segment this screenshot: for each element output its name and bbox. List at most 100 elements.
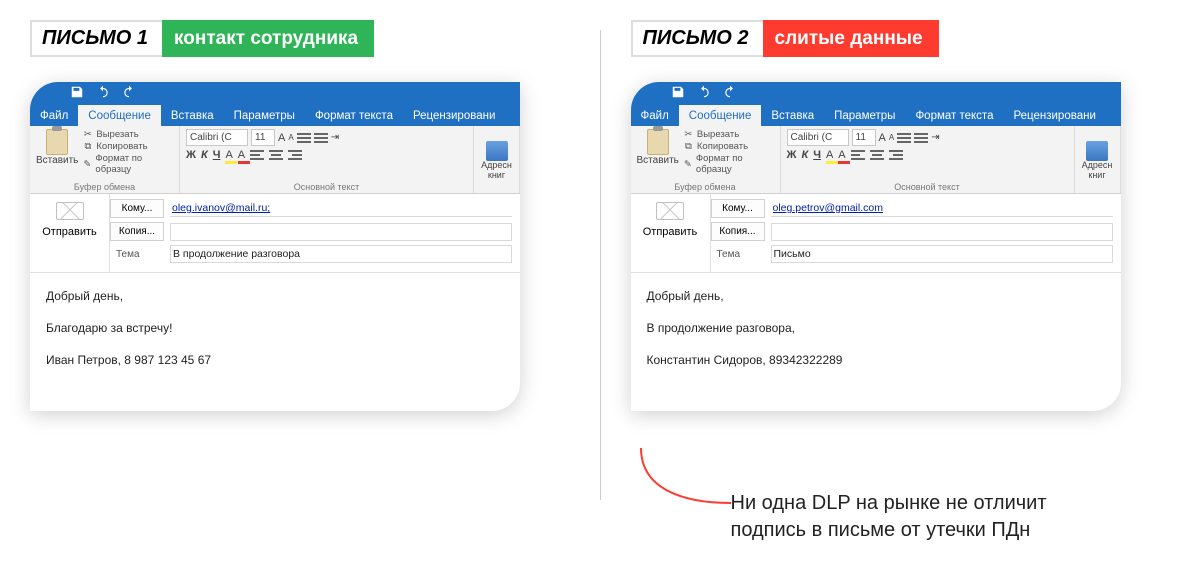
font-name-select[interactable]: Calibri (С	[186, 129, 248, 146]
indent-icon[interactable]: ⇥	[931, 132, 939, 143]
body-line-2: Благодарю за встречу!	[46, 319, 504, 337]
tab-file[interactable]: Файл	[631, 105, 679, 126]
align-center-icon[interactable]	[870, 149, 884, 161]
font-name-select[interactable]: Calibri (С	[787, 129, 849, 146]
heading-left: ПИСЬМО 1 контакт сотрудника	[30, 20, 570, 57]
copy-button[interactable]: ⧉Копировать	[683, 141, 774, 152]
paste-button[interactable]: Вставить	[637, 129, 679, 175]
underline-button[interactable]: Ч	[213, 149, 221, 161]
callout-connector-icon	[631, 448, 741, 508]
window-titlebar	[631, 82, 1121, 102]
cc-button[interactable]: Копия...	[110, 222, 164, 241]
send-button[interactable]: Отправить	[643, 226, 698, 238]
paste-label: Вставить	[637, 155, 679, 166]
tab-file[interactable]: Файл	[30, 105, 78, 126]
subject-field[interactable]	[771, 245, 1113, 263]
save-icon[interactable]	[671, 85, 685, 99]
shrink-font-icon[interactable]: A	[889, 133, 894, 142]
send-button[interactable]: Отправить	[42, 226, 97, 238]
brush-icon: ✎	[82, 159, 92, 170]
save-icon[interactable]	[70, 85, 84, 99]
message-body[interactable]: Добрый день, Благодарю за встречу! Иван …	[30, 273, 520, 411]
to-button[interactable]: Кому...	[110, 199, 164, 218]
tab-message[interactable]: Сообщение	[679, 105, 762, 126]
address-book-icon[interactable]	[1086, 141, 1108, 161]
redo-icon[interactable]	[723, 85, 737, 99]
indent-icon[interactable]: ⇥	[331, 132, 339, 143]
italic-button[interactable]: К	[801, 149, 808, 161]
redo-icon[interactable]	[122, 85, 136, 99]
copy-button[interactable]: ⧉Копировать	[82, 141, 173, 152]
font-group-label: Основной текст	[787, 181, 1068, 192]
subject-label: Тема	[110, 249, 164, 260]
cc-field[interactable]	[771, 223, 1113, 241]
address-label-2: книг	[1088, 170, 1105, 180]
align-left-icon[interactable]	[851, 149, 865, 161]
message-body[interactable]: Добрый день, В продолжение разговора, Ко…	[631, 273, 1121, 411]
badge-letter-2: ПИСЬМО 2	[631, 20, 763, 57]
clipboard-icon	[647, 129, 669, 155]
undo-icon[interactable]	[697, 85, 711, 99]
cc-button[interactable]: Копия...	[711, 222, 765, 241]
body-line-2: В продолжение разговора,	[647, 319, 1105, 337]
grow-font-icon[interactable]: A	[278, 132, 285, 144]
format-painter-button[interactable]: ✎Формат по образцу	[82, 153, 173, 175]
clipboard-group-label: Буфер обмена	[637, 181, 774, 192]
bold-button[interactable]: Ж	[186, 149, 196, 161]
tab-review[interactable]: Рецензировани	[1003, 105, 1105, 126]
compose-header: Отправить Кому... Копия... Тема	[30, 194, 520, 273]
highlight-button[interactable]: A	[225, 149, 232, 161]
subject-field[interactable]	[170, 245, 512, 263]
tab-message[interactable]: Сообщение	[78, 105, 161, 126]
tab-format[interactable]: Формат текста	[305, 105, 403, 126]
copy-icon: ⧉	[82, 141, 93, 152]
highlight-button[interactable]: A	[826, 149, 833, 161]
bullets-icon[interactable]	[897, 132, 911, 144]
undo-icon[interactable]	[96, 85, 110, 99]
to-field[interactable]	[771, 200, 1113, 217]
cut-button[interactable]: ✂Вырезать	[683, 129, 774, 140]
font-size-select[interactable]: 11	[852, 129, 876, 146]
address-label-2: книг	[488, 170, 505, 180]
bold-button[interactable]: Ж	[787, 149, 797, 161]
address-book-icon[interactable]	[486, 141, 508, 161]
font-color-button[interactable]: A	[838, 149, 845, 161]
align-right-icon[interactable]	[288, 149, 302, 161]
align-center-icon[interactable]	[269, 149, 283, 161]
subtitle-left: контакт сотрудника	[162, 20, 374, 57]
align-right-icon[interactable]	[889, 149, 903, 161]
body-line-1: Добрый день,	[46, 287, 504, 305]
numbering-icon[interactable]	[914, 132, 928, 144]
body-line-3: Константин Сидоров, 89342322289	[647, 351, 1105, 369]
tab-options[interactable]: Параметры	[224, 105, 305, 126]
paste-button[interactable]: Вставить	[36, 129, 78, 175]
format-painter-button[interactable]: ✎Формат по образцу	[683, 153, 774, 175]
bullets-icon[interactable]	[297, 132, 311, 144]
tab-insert[interactable]: Вставка	[161, 105, 224, 126]
ribbon: Вставить ✂Вырезать ⧉Копировать ✎Формат п…	[30, 126, 520, 194]
font-size-select[interactable]: 11	[251, 129, 275, 146]
grow-font-icon[interactable]: A	[879, 132, 886, 144]
tab-insert[interactable]: Вставка	[761, 105, 824, 126]
clipboard-group-label: Буфер обмена	[36, 181, 173, 192]
body-line-1: Добрый день,	[647, 287, 1105, 305]
cut-button[interactable]: ✂Вырезать	[82, 129, 173, 140]
scissors-icon: ✂	[683, 129, 694, 140]
cc-field[interactable]	[170, 223, 512, 241]
tab-options[interactable]: Параметры	[824, 105, 905, 126]
email-card-2: Файл Сообщение Вставка Параметры Формат …	[631, 82, 1121, 411]
ribbon-tabs: Файл Сообщение Вставка Параметры Формат …	[631, 102, 1121, 126]
copy-icon: ⧉	[683, 141, 694, 152]
italic-button[interactable]: К	[201, 149, 208, 161]
font-color-button[interactable]: A	[238, 149, 245, 161]
to-button[interactable]: Кому...	[711, 199, 765, 218]
numbering-icon[interactable]	[314, 132, 328, 144]
shrink-font-icon[interactable]: A	[288, 133, 293, 142]
tab-format[interactable]: Формат текста	[905, 105, 1003, 126]
tab-review[interactable]: Рецензировани	[403, 105, 505, 126]
subtitle-right: слитые данные	[763, 20, 939, 57]
caption-line-1: Ни одна DLP на рынке не отличит	[731, 492, 1047, 514]
align-left-icon[interactable]	[250, 149, 264, 161]
underline-button[interactable]: Ч	[813, 149, 821, 161]
to-field[interactable]	[170, 200, 512, 217]
